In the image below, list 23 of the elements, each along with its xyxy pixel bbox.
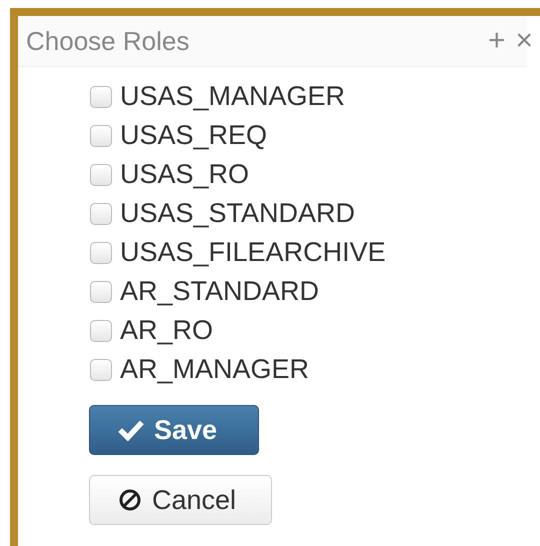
- add-button[interactable]: +: [488, 26, 506, 56]
- checkbox[interactable]: [90, 358, 112, 380]
- save-button[interactable]: Save: [89, 405, 259, 455]
- cancel-button[interactable]: Cancel: [89, 475, 272, 525]
- checkbox[interactable]: [90, 280, 112, 302]
- role-label: AR_RO: [120, 315, 214, 346]
- role-label: AR_STANDARD: [120, 276, 320, 307]
- prohibited-icon: [118, 488, 142, 512]
- role-label: AR_MANAGER: [120, 354, 310, 385]
- role-label: USAS_FILEARCHIVE: [120, 237, 386, 268]
- checkbox[interactable]: [90, 242, 112, 264]
- checkbox[interactable]: [90, 164, 112, 186]
- checkmark-icon: [118, 419, 144, 441]
- close-button[interactable]: ×: [515, 26, 533, 56]
- role-label: USAS_RO: [120, 159, 250, 190]
- role-label: USAS_REQ: [120, 120, 268, 151]
- checkbox[interactable]: [90, 202, 112, 224]
- checkbox[interactable]: [90, 124, 112, 146]
- role-label: USAS_MANAGER: [120, 81, 346, 112]
- checkbox[interactable]: [90, 86, 112, 108]
- role-label: USAS_STANDARD: [120, 198, 356, 229]
- dialog-title: Choose Roles: [26, 26, 190, 56]
- checkbox[interactable]: [90, 320, 112, 342]
